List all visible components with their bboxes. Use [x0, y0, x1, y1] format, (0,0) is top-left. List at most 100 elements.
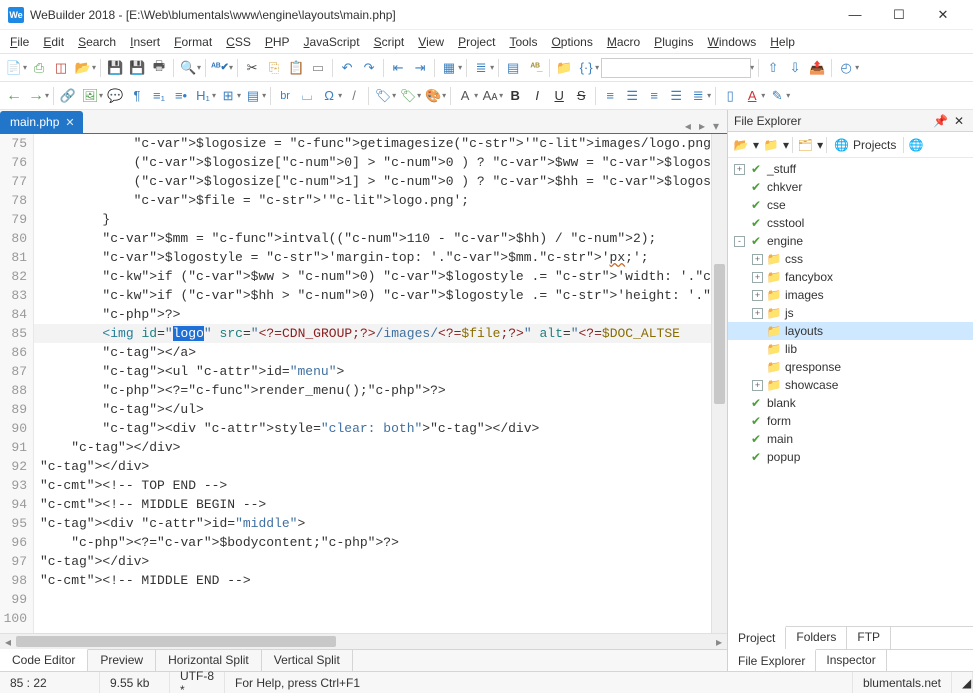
line-height-icon[interactable]: ≣ — [688, 86, 708, 106]
goto-function-input[interactable] — [601, 58, 751, 78]
view-tab-code-editor[interactable]: Code Editor — [0, 649, 88, 671]
italic-icon[interactable]: I — [527, 86, 547, 106]
text-view-icon[interactable]: ▯ — [720, 86, 740, 106]
tree-expand-icon[interactable]: + — [752, 308, 763, 319]
view-tab-preview[interactable]: Preview — [88, 650, 156, 671]
align-justify-icon[interactable]: ☰ — [666, 86, 686, 106]
side-tab-project[interactable]: Project — [728, 626, 786, 649]
cut-icon[interactable]: ✂ — [242, 58, 262, 78]
image-icon[interactable]: 🖼 — [80, 86, 100, 106]
goto-function-icon[interactable]: {·} — [576, 58, 596, 78]
tree-item-layouts[interactable]: 📁layouts — [728, 322, 973, 340]
paste-icon[interactable]: 📋 — [286, 58, 306, 78]
tree-expand-icon[interactable]: + — [734, 164, 745, 175]
menu-script[interactable]: Script — [374, 35, 405, 49]
tree-item-images[interactable]: +📁images — [728, 286, 973, 304]
menu-insert[interactable]: Insert — [130, 35, 160, 49]
new-quick-icon[interactable]: ⎙ — [29, 58, 49, 78]
tree-item-fancybox[interactable]: +📁fancybox — [728, 268, 973, 286]
bold-icon[interactable]: B — [505, 86, 525, 106]
tree-expand-icon[interactable]: - — [734, 236, 745, 247]
heading-icon[interactable]: H₁ — [193, 86, 213, 106]
undo-icon[interactable]: ↶ — [337, 58, 357, 78]
tags-icon[interactable]: 🏷 — [398, 86, 418, 106]
omega-icon[interactable]: Ω — [319, 86, 339, 106]
tree-item-_stuff[interactable]: +✔_stuff — [728, 160, 973, 178]
view-tab-vertical-split[interactable]: Vertical Split — [262, 650, 353, 671]
upload-file-icon[interactable]: 📤 — [807, 58, 827, 78]
menu-edit[interactable]: Edit — [43, 35, 64, 49]
loading-icon[interactable]: ◴ — [836, 58, 856, 78]
color-wheel-icon[interactable]: 🎨 — [423, 86, 443, 106]
tab-prev-icon[interactable]: ◂ — [685, 119, 691, 133]
tree-item-css[interactable]: +📁css — [728, 250, 973, 268]
close-tab-icon[interactable]: ✕ — [65, 116, 74, 129]
indent-right-icon[interactable]: ⇥ — [410, 58, 430, 78]
delete-icon[interactable]: ▭ — [308, 58, 328, 78]
forward-icon[interactable]: → — [26, 86, 46, 106]
maximize-button[interactable]: ☐ — [877, 1, 921, 29]
explorer-refresh-icon[interactable]: 📁 — [762, 136, 780, 154]
menu-help[interactable]: Help — [770, 35, 795, 49]
ordered-list-icon[interactable]: ≡₁ — [149, 86, 169, 106]
tab-menu-icon[interactable]: ▾ — [713, 119, 719, 133]
goto-icon[interactable]: ≣ — [471, 58, 491, 78]
tree-item-showcase[interactable]: +📁showcase — [728, 376, 973, 394]
align-left-icon[interactable]: ≡ — [600, 86, 620, 106]
align-right-icon[interactable]: ≡ — [644, 86, 664, 106]
browser-preview-icon[interactable]: ▦ — [439, 58, 459, 78]
tree-item-js[interactable]: +📁js — [728, 304, 973, 322]
tree-expand-icon[interactable]: + — [752, 272, 763, 283]
open-icon[interactable]: 📂 — [73, 58, 93, 78]
side-tab-folders[interactable]: Folders — [786, 627, 847, 649]
comment-icon[interactable]: 💬 — [105, 86, 125, 106]
explorer-folder-icon[interactable]: 📂 — [732, 136, 750, 154]
copy-icon[interactable]: ⎘ — [264, 58, 284, 78]
horizontal-scrollbar[interactable]: ◂▸ — [0, 633, 727, 649]
slash-icon[interactable]: / — [344, 86, 364, 106]
vertical-scrollbar[interactable] — [711, 134, 727, 633]
br-icon[interactable]: br — [275, 86, 295, 106]
nbsp-icon[interactable]: ⌴ — [297, 86, 317, 106]
spellcheck-icon[interactable]: ᴬᴮ✔ — [210, 58, 230, 78]
status-grip-icon[interactable]: ◢ — [952, 672, 973, 693]
tree-item-lib[interactable]: 📁lib — [728, 340, 973, 358]
menu-search[interactable]: Search — [78, 35, 116, 49]
tree-expand-icon[interactable]: + — [752, 380, 763, 391]
minimize-button[interactable]: — — [833, 1, 877, 29]
side-tab-inspector[interactable]: Inspector — [816, 650, 886, 671]
menu-view[interactable]: View — [418, 35, 444, 49]
menu-windows[interactable]: Windows — [708, 35, 757, 49]
tab-next-icon[interactable]: ▸ — [699, 119, 705, 133]
menu-plugins[interactable]: Plugins — [654, 35, 693, 49]
unordered-list-icon[interactable]: ≡• — [171, 86, 191, 106]
menu-options[interactable]: Options — [551, 35, 592, 49]
tree-item-chkver[interactable]: ✔chkver — [728, 178, 973, 196]
save-all-icon[interactable]: 💾 — [127, 58, 147, 78]
explorer-save-project-icon[interactable]: 🗂 — [796, 136, 814, 154]
panel-close-icon[interactable]: ✕ — [951, 114, 967, 128]
tag-icon[interactable]: 🏷 — [373, 86, 393, 106]
tree-expand-icon[interactable]: + — [752, 254, 763, 265]
back-icon[interactable]: ← — [4, 86, 24, 106]
menu-tools[interactable]: Tools — [509, 35, 537, 49]
menu-file[interactable]: File — [10, 35, 29, 49]
tree-item-form[interactable]: ✔form — [728, 412, 973, 430]
find-icon[interactable]: 🔍 — [178, 58, 198, 78]
indent-left-icon[interactable]: ⇤ — [388, 58, 408, 78]
tree-item-qresponse[interactable]: 📁qresponse — [728, 358, 973, 376]
link-icon[interactable]: 🔗 — [58, 86, 78, 106]
save-icon[interactable]: 💾 — [105, 58, 125, 78]
font-color-icon[interactable]: A — [742, 86, 762, 106]
menu-css[interactable]: CSS — [226, 35, 251, 49]
db-icon[interactable]: ▤ — [503, 58, 523, 78]
font-size-icon[interactable]: Aᴀ — [480, 86, 500, 106]
form-icon[interactable]: ▤ — [243, 86, 263, 106]
menu-project[interactable]: Project — [458, 35, 495, 49]
strike-icon[interactable]: S — [571, 86, 591, 106]
panel-pin-icon[interactable]: 📌 — [930, 114, 951, 128]
tree-item-blank[interactable]: ✔blank — [728, 394, 973, 412]
tree-item-csstool[interactable]: ✔csstool — [728, 214, 973, 232]
menu-php[interactable]: PHP — [265, 35, 290, 49]
new-template-icon[interactable]: ◫ — [51, 58, 71, 78]
